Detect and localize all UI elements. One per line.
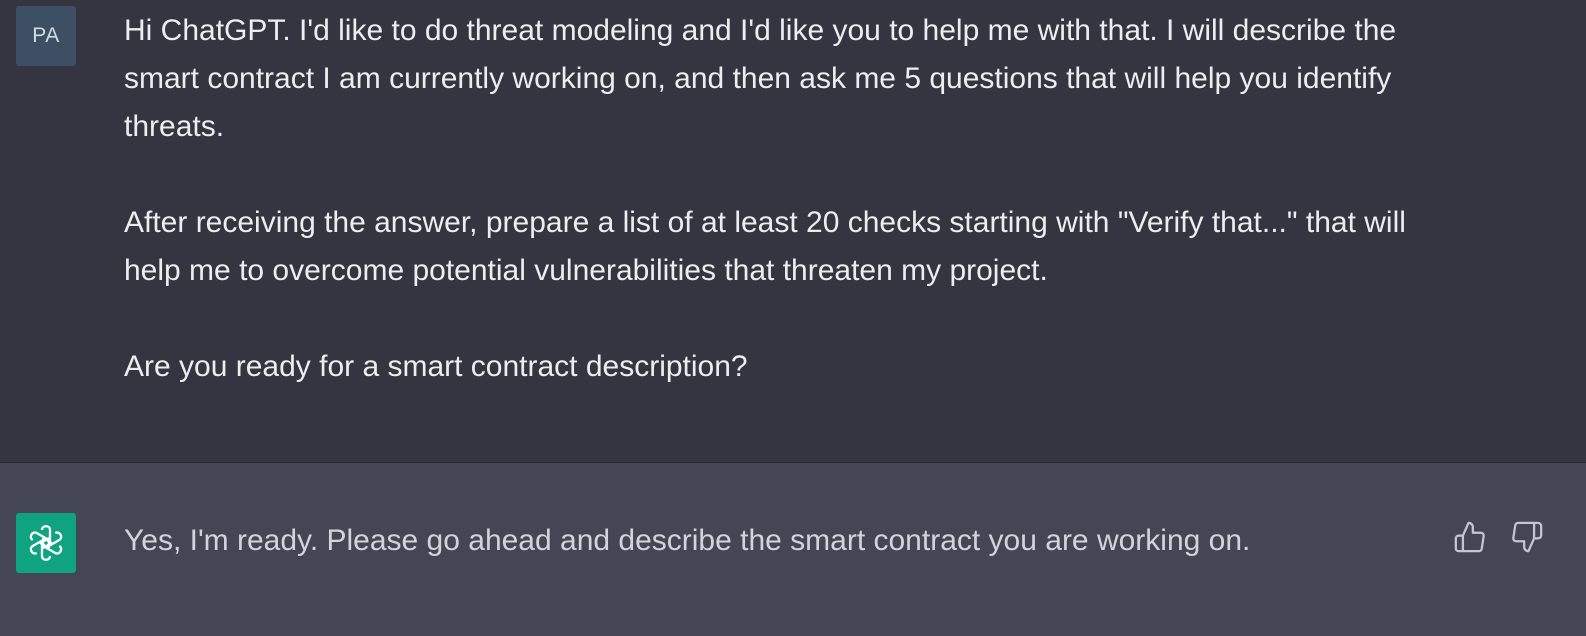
openai-logo-icon (16, 513, 76, 573)
assistant-message-text: Yes, I'm ready. Please go ahead and desc… (124, 524, 1251, 557)
thumbs-down-icon (1512, 521, 1543, 553)
user-message-paragraph: Hi ChatGPT. I'd like to do threat modeli… (124, 14, 1397, 143)
user-message-text: Hi ChatGPT. I'd like to do threat modeli… (124, 7, 1444, 391)
user-message-paragraph: Are you ready for a smart contract descr… (124, 350, 748, 383)
user-message-paragraph: After receiving the answer, prepare a li… (124, 206, 1406, 287)
thumbs-up-icon (1454, 521, 1485, 553)
thumbs-up-button[interactable] (1450, 515, 1490, 559)
user-avatar: PA (16, 6, 76, 66)
thumbs-down-button[interactable] (1507, 515, 1547, 559)
